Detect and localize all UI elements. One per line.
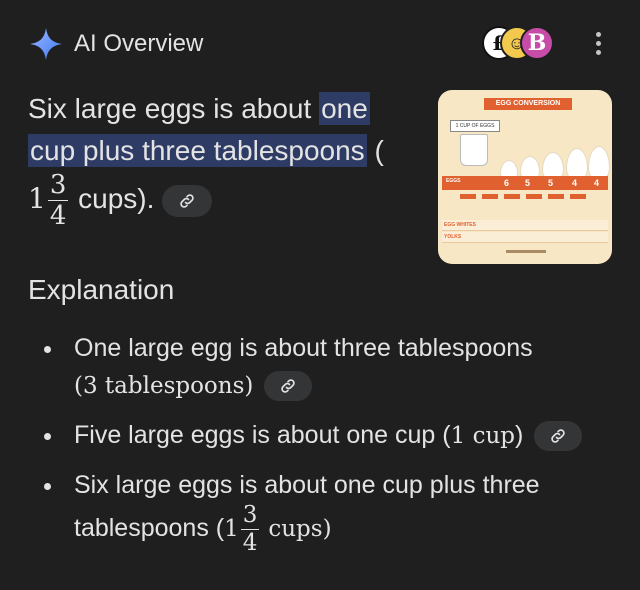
bullet-dot [44, 346, 51, 353]
bullet-dot [44, 433, 51, 440]
bullet-text: Six large eggs is about one cup plus thr… [74, 471, 540, 499]
overview-title: AI Overview [74, 30, 204, 57]
size-label [504, 194, 520, 199]
fraction-numerator: 3 [240, 502, 260, 530]
fraction-denominator: 4 [242, 530, 258, 556]
list-item: Six large eggs is about one cup plus thr… [44, 467, 604, 555]
bullet-text: One large egg is about three tablespoons [74, 334, 533, 362]
link-icon [281, 379, 296, 394]
answer-text: Six large eggs is about one cup plus thr… [28, 88, 428, 229]
egg-conversion-thumbnail[interactable]: EGG CONVERSION 1 CUP OF EGGS EGGS 6 5 5 … [438, 90, 612, 264]
source-avatars[interactable]: £ ☺ B [474, 24, 564, 64]
list-item: One large egg is about three tablespoons… [44, 330, 604, 405]
link-icon [551, 429, 565, 444]
answer-whole-number: 1 [28, 181, 46, 215]
thumbnail-title: EGG CONVERSION [484, 98, 572, 110]
egg-count: 4 [572, 178, 578, 188]
avatar[interactable]: B [520, 26, 554, 60]
answer-suffix: cups). [70, 182, 155, 214]
egg-count: 6 [504, 178, 510, 188]
list-item: Five large eggs is about one cup (1 cup) [44, 417, 604, 455]
bullet-whole-number: 1 [224, 516, 239, 543]
table-row-label: YOLKS [444, 234, 462, 240]
conversion-table-row [442, 232, 608, 243]
bullet-dot [44, 483, 51, 490]
answer-highlight: cup plus three tablespoons [28, 134, 367, 167]
size-label [526, 194, 542, 199]
answer-prefix: Six large eggs is about [28, 93, 320, 124]
egg-count: 5 [525, 178, 531, 188]
egg-count: 4 [594, 178, 600, 188]
answer-open-paren: ( [366, 135, 384, 166]
link-icon [180, 193, 194, 208]
bullet-math: (3 tablespoons) [74, 373, 254, 399]
thumbnail-footer [506, 250, 546, 253]
size-label [482, 194, 498, 199]
size-label [548, 194, 564, 199]
explanation-list: One large egg is about three tablespoons… [44, 330, 604, 567]
bullet-math: cups) [268, 516, 332, 543]
table-row-label: EGG WHITES [444, 222, 476, 228]
answer-highlight: one [319, 92, 370, 125]
fraction-denominator: 4 [49, 201, 67, 231]
bullet-close-paren: ) [515, 421, 524, 449]
source-link-chip[interactable] [264, 371, 313, 402]
measuring-cup-graphic [460, 134, 488, 166]
thumbnail-cup-label: 1 CUP OF EGGS [450, 120, 500, 132]
answer-fraction: 34 [47, 170, 69, 231]
overview-header: AI Overview £ ☺ B [28, 24, 620, 64]
bullet-fraction: 34 [240, 502, 260, 556]
explanation-heading: Explanation [28, 274, 175, 305]
egg-count-label: EGGS [446, 178, 461, 184]
bullet-text: Five large eggs is about one cup ( [74, 421, 451, 449]
size-label [460, 194, 476, 199]
sparkle-icon [30, 28, 62, 60]
bullet-math: 1 cup [450, 423, 515, 449]
source-link-chip[interactable] [534, 421, 583, 452]
size-label [570, 194, 586, 199]
fraction-numerator: 3 [47, 170, 69, 201]
source-link-chip[interactable] [162, 184, 213, 217]
more-vert-icon[interactable] [594, 32, 602, 58]
bullet-text: tablespoons ( [74, 514, 225, 543]
egg-count: 5 [548, 178, 554, 188]
